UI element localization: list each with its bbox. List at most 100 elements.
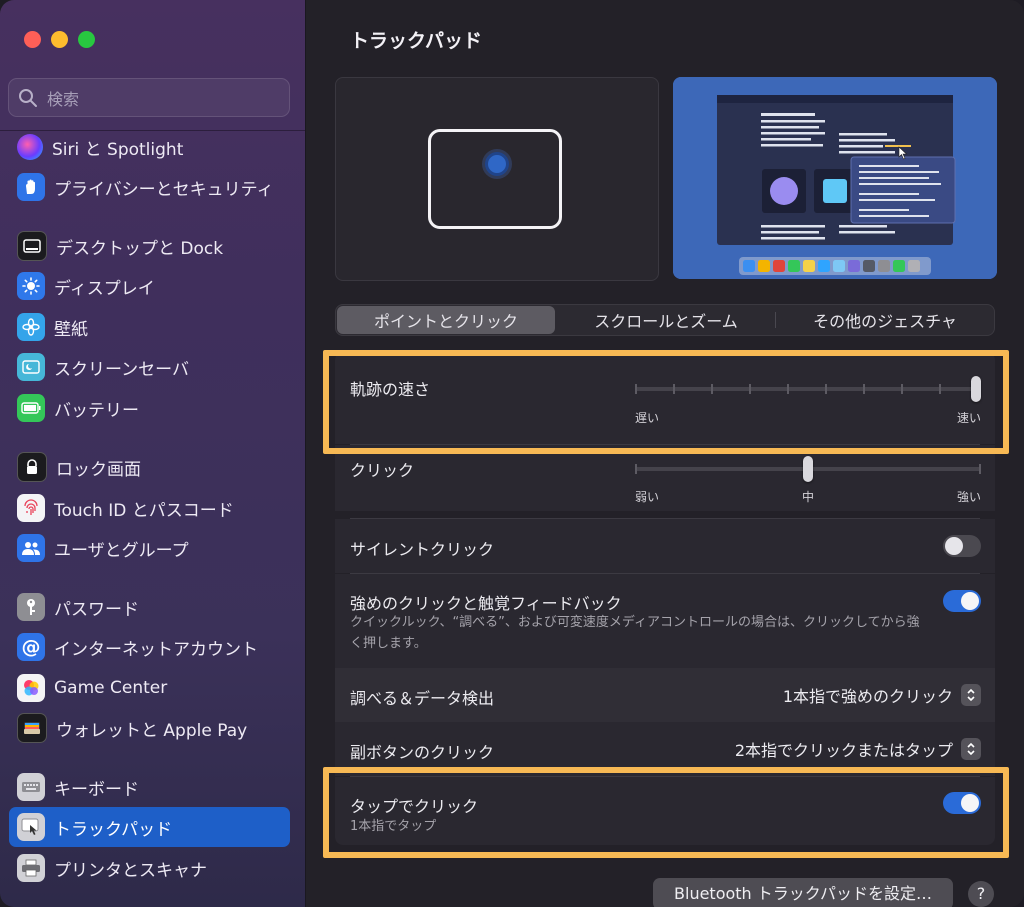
chevron-updown-icon <box>961 684 981 706</box>
light-label: 弱い <box>635 490 660 504</box>
sidebar-item-touch-id[interactable]: Touch ID とパスコード <box>9 488 290 528</box>
secondary-click-value: 2本指でクリックまたはタップ <box>734 741 953 760</box>
sidebar: Siri と Spotlight プライバシーとセキュリティ デスクトップと D… <box>0 0 306 907</box>
chevron-updown-icon <box>961 738 981 760</box>
settings-panel: 軌跡の速さ 遅い 速い クリック 弱い 中 強い サイレントクリック 強めのクリ… <box>335 352 995 872</box>
fast-label: 速い <box>957 411 982 425</box>
trackpad-illustration <box>335 77 659 281</box>
hand-icon <box>17 173 45 201</box>
screensaver-icon <box>17 353 45 381</box>
lookup-popup[interactable]: 1本指で強めのクリック <box>783 683 981 707</box>
battery-icon <box>17 394 45 422</box>
sidebar-item-displays[interactable]: ディスプレイ <box>9 266 290 306</box>
siri-icon <box>17 134 43 160</box>
sidebar-item-users-groups[interactable]: ユーザとグループ <box>9 528 290 568</box>
lookup-label: 調べる＆データ検出 <box>350 689 495 708</box>
silent-click-row: サイレントクリック <box>335 519 995 573</box>
sidebar-item-label: ディスプレイ <box>54 278 155 299</box>
force-click-row: 強めのクリックと触覚フィードバック クイックルック、“調べる”、および可変速度メ… <box>335 574 995 668</box>
search-input[interactable] <box>45 86 279 112</box>
bluetooth-trackpad-button[interactable]: Bluetooth トラックパッドを設定… <box>653 878 953 907</box>
game-center-icon <box>17 674 45 702</box>
click-pressure-slider[interactable] <box>635 456 981 482</box>
silent-click-toggle[interactable] <box>943 535 981 557</box>
sidebar-item-trackpad[interactable]: トラックパッド <box>9 807 290 847</box>
printer-icon <box>17 854 45 882</box>
sidebar-item-label: プリンタとスキャナ <box>54 860 207 881</box>
main-content: トラックパッド ポイントとクリック スクロールとズーム その他のジェスチャ 軌跡… <box>306 0 1024 907</box>
gesture-preview <box>673 77 997 279</box>
secondary-click-row: 副ボタンのクリック 2本指でクリックまたはタップ <box>335 722 995 776</box>
sidebar-item-wallpaper[interactable]: 壁紙 <box>9 307 290 347</box>
search-icon <box>19 89 37 107</box>
force-click-toggle[interactable] <box>943 590 981 612</box>
tab-more-gestures[interactable]: その他のジェスチャ <box>776 305 994 335</box>
slow-label: 遅い <box>635 411 660 425</box>
sun-icon <box>17 272 45 300</box>
sidebar-item-siri[interactable]: Siri と Spotlight <box>9 127 290 167</box>
wallet-icon <box>17 713 47 743</box>
key-icon <box>17 593 45 621</box>
tap-to-click-description: 1本指でタップ <box>350 819 437 834</box>
keyboard-icon <box>17 773 45 801</box>
users-icon <box>17 534 45 562</box>
tab-point-click[interactable]: ポイントとクリック <box>337 306 555 334</box>
tap-to-click-toggle[interactable] <box>943 792 981 814</box>
click-label: クリック <box>350 461 415 480</box>
slider-thumb[interactable] <box>803 456 813 482</box>
sidebar-item-printers[interactable]: プリンタとスキャナ <box>9 848 290 888</box>
sidebar-item-label: Game Center <box>54 678 168 698</box>
tracking-speed-row: 軌跡の速さ 遅い 速い <box>335 352 995 444</box>
click-pressure-row: クリック 弱い 中 強い <box>335 445 995 511</box>
help-button[interactable]: ? <box>968 881 994 907</box>
sidebar-item-label: Siri と Spotlight <box>52 139 184 160</box>
system-settings-window: Siri と Spotlight プライバシーとセキュリティ デスクトップと D… <box>0 0 1024 907</box>
sidebar-item-label: スクリーンセーバ <box>54 359 189 380</box>
sidebar-item-internet-accounts[interactable]: @ インターネットアカウント <box>9 627 290 667</box>
force-click-label: 強めのクリックと触覚フィードバック <box>350 594 622 613</box>
force-click-description: クイックルック、“調べる”、および可変速度メディアコントロールの場合は、クリック… <box>350 615 920 651</box>
sidebar-item-label: キーボード <box>54 779 139 800</box>
sidebar-item-label: ロック画面 <box>56 459 141 480</box>
silent-click-label: サイレントクリック <box>350 540 495 559</box>
sidebar-item-lock-screen[interactable]: ロック画面 <box>9 447 290 487</box>
close-button[interactable] <box>24 31 41 48</box>
medium-label: 中 <box>802 490 815 504</box>
window-controls <box>24 31 95 48</box>
secondary-click-popup[interactable]: 2本指でクリックまたはタップ <box>735 737 981 761</box>
sidebar-item-keyboard[interactable]: キーボード <box>9 767 290 807</box>
sidebar-item-screensaver[interactable]: スクリーンセーバ <box>9 347 290 387</box>
zoom-button[interactable] <box>78 31 95 48</box>
desktop-preview-illustration <box>673 77 997 279</box>
flower-icon <box>17 313 45 341</box>
sidebar-item-game-center[interactable]: Game Center <box>9 668 290 708</box>
slider-thumb[interactable] <box>971 376 981 402</box>
secondary-click-label: 副ボタンのクリック <box>350 743 495 762</box>
dock-icon <box>17 231 47 261</box>
sidebar-item-battery[interactable]: バッテリー <box>9 388 290 428</box>
sidebar-item-label: 壁紙 <box>54 319 88 340</box>
sidebar-item-desktop-dock[interactable]: デスクトップと Dock <box>9 226 290 266</box>
lookup-value: 1本指で強めのクリック <box>782 687 953 706</box>
sidebar-item-label: Touch ID とパスコード <box>54 500 234 521</box>
trackpad-icon <box>17 813 45 841</box>
trackpad-outline <box>428 129 562 229</box>
tab-scroll-zoom[interactable]: スクロールとズーム <box>557 305 775 335</box>
tracking-speed-slider[interactable] <box>635 376 981 402</box>
tap-to-click-label: タップでクリック <box>350 797 479 816</box>
tracking-speed-label: 軌跡の速さ <box>350 380 431 399</box>
sidebar-item-privacy[interactable]: プライバシーとセキュリティ <box>9 167 290 207</box>
search-field[interactable] <box>8 78 290 117</box>
tab-bar: ポイントとクリック スクロールとズーム その他のジェスチャ <box>335 304 995 336</box>
sidebar-item-label: インターネットアカウント <box>54 639 258 660</box>
sidebar-item-wallet[interactable]: ウォレットと Apple Pay <box>9 708 290 748</box>
lookup-row: 調べる＆データ検出 1本指で強めのクリック <box>335 668 995 722</box>
firm-label: 強い <box>957 490 982 504</box>
sidebar-item-label: ユーザとグループ <box>54 540 189 561</box>
sidebar-item-passwords[interactable]: パスワード <box>9 587 290 627</box>
sidebar-item-label: パスワード <box>54 599 139 620</box>
sidebar-item-label: プライバシーとセキュリティ <box>54 179 274 200</box>
sidebar-item-label: デスクトップと Dock <box>56 238 224 259</box>
page-title: トラックパッド <box>350 30 483 52</box>
minimize-button[interactable] <box>51 31 68 48</box>
